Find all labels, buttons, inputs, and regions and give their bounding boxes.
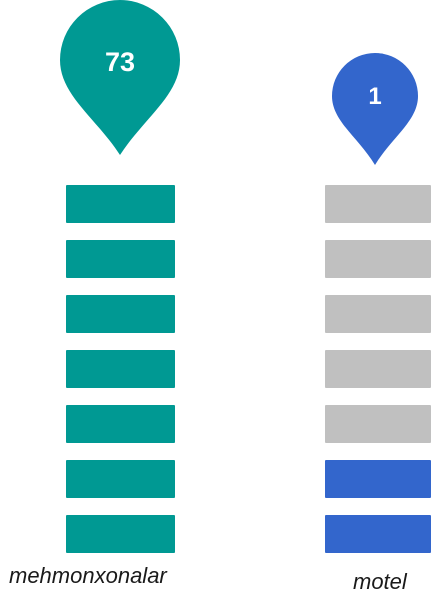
map-pin-icon: 1 (332, 53, 418, 165)
category-column-mehmonxonalar: 73 mehmonxonalar (9, 0, 180, 595)
category-label: motel (353, 569, 407, 594)
count-value: 1 (368, 83, 382, 110)
bar-segment-filled (66, 460, 175, 498)
bar-segment-filled (66, 295, 175, 333)
bar-segment-filled (66, 185, 175, 223)
bar-segment-empty (325, 350, 431, 388)
bar-segment-filled (325, 460, 431, 498)
bar-segment-empty (325, 240, 431, 278)
bar-segment-filled (325, 515, 431, 553)
bar-segment-empty (325, 405, 431, 443)
category-label: mehmonxonalar (9, 563, 167, 588)
bar-segment-empty (325, 185, 431, 223)
bar-segment-empty (325, 295, 431, 333)
bar-segment-filled (66, 350, 175, 388)
bar-segment-filled (66, 515, 175, 553)
bar-segment-filled (66, 240, 175, 278)
map-pin-icon: 73 (60, 0, 180, 155)
bar-segment-filled (66, 405, 175, 443)
category-column-motel: 1 motel (325, 0, 431, 595)
count-value: 73 (104, 47, 136, 77)
